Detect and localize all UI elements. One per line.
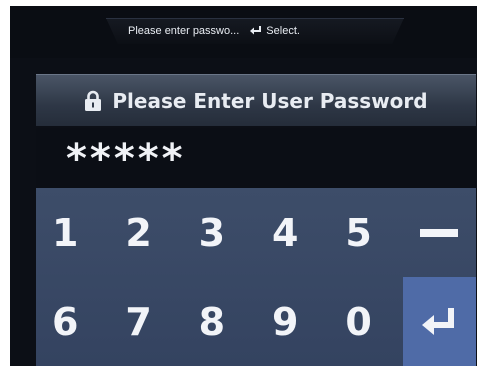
hint-bar: Please enter passwo... Select. bbox=[10, 6, 477, 58]
password-header: Please Enter User Password bbox=[36, 74, 476, 126]
password-value: ***** bbox=[66, 136, 186, 182]
enter-arrow-icon bbox=[250, 26, 262, 35]
minus-icon bbox=[420, 228, 459, 237]
key-8[interactable]: 8 bbox=[183, 277, 256, 366]
key-3[interactable]: 3 bbox=[183, 188, 256, 277]
numeric-keypad: 1 2 3 4 5 6 7 8 9 0 bbox=[36, 188, 476, 366]
hint-text: Please enter passwo... bbox=[128, 25, 240, 37]
password-field[interactable]: ***** bbox=[36, 128, 476, 188]
key-1[interactable]: 1 bbox=[36, 188, 109, 277]
delete-key[interactable] bbox=[403, 188, 476, 277]
key-0[interactable]: 0 bbox=[329, 277, 402, 366]
key-4[interactable]: 4 bbox=[256, 188, 329, 277]
key-9[interactable]: 9 bbox=[256, 277, 329, 366]
enter-key[interactable] bbox=[402, 277, 476, 366]
password-screen: Please enter passwo... Select. Please En… bbox=[10, 6, 477, 366]
key-5[interactable]: 5 bbox=[329, 188, 402, 277]
hint-select-label: Select. bbox=[266, 25, 300, 37]
hint-content: Please enter passwo... Select. bbox=[128, 22, 300, 40]
enter-arrow-icon bbox=[422, 307, 455, 335]
page-title: Please Enter User Password bbox=[112, 88, 428, 113]
lock-icon bbox=[85, 90, 102, 111]
key-2[interactable]: 2 bbox=[109, 188, 182, 277]
key-7[interactable]: 7 bbox=[109, 277, 182, 366]
key-6[interactable]: 6 bbox=[36, 277, 109, 366]
hint-select: Select. bbox=[249, 25, 300, 37]
